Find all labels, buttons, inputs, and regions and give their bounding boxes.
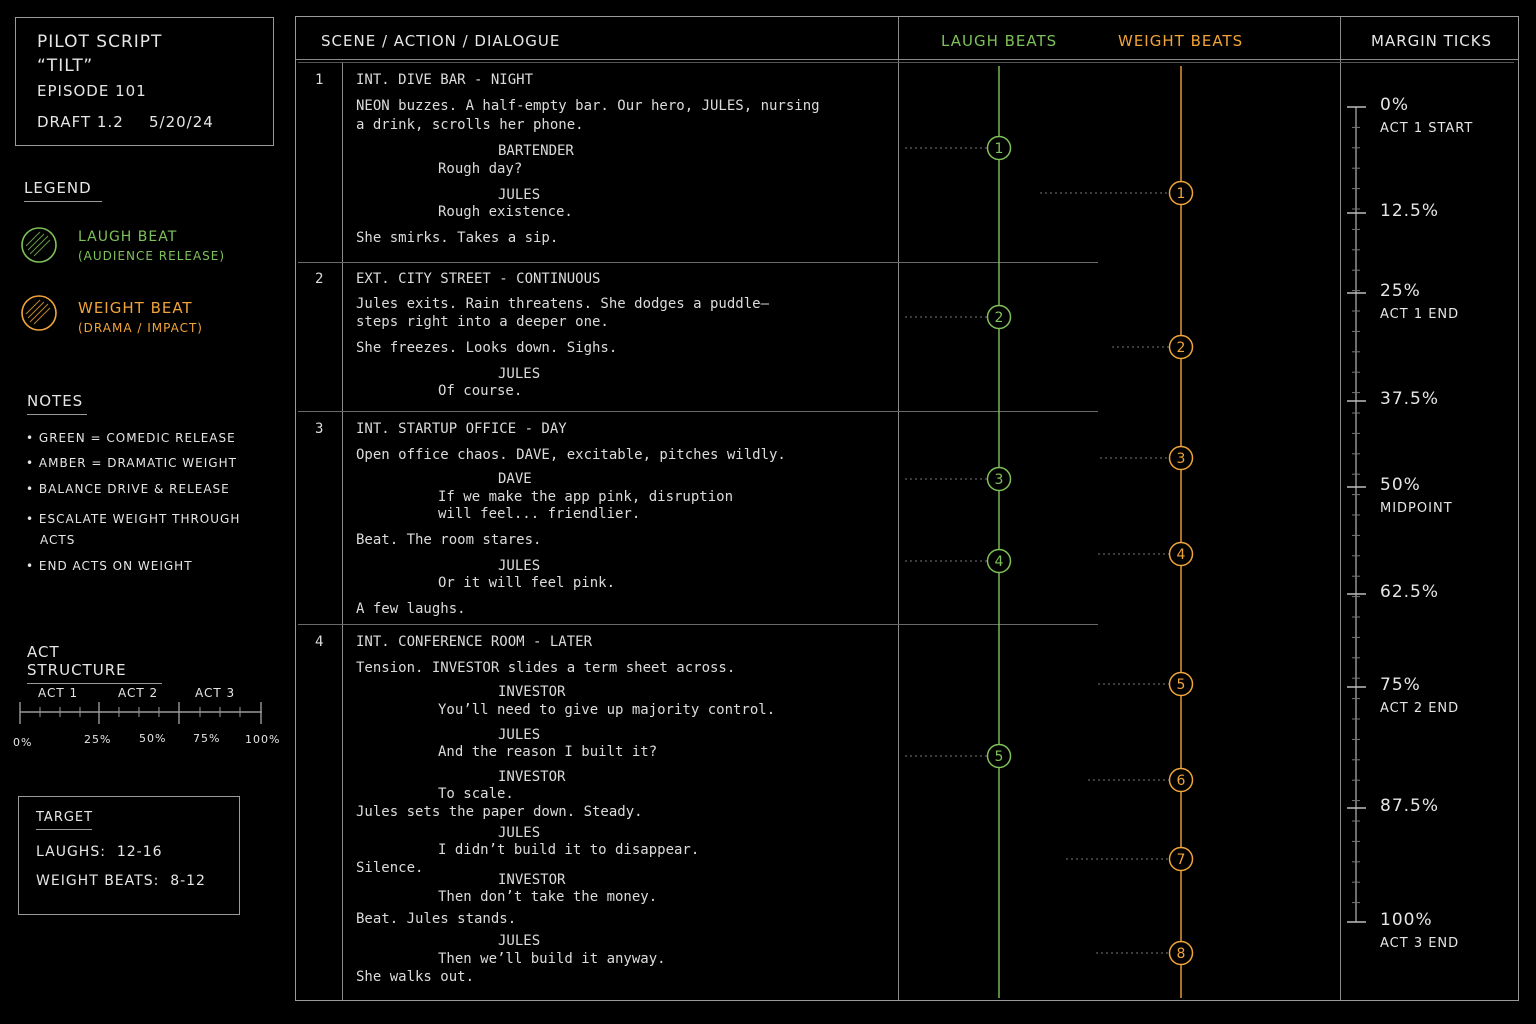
tick-percent-label: 25% [1380, 281, 1421, 301]
weight-beat-marker-number: 4 [1177, 547, 1186, 563]
tick-percent-label: 62.5% [1380, 582, 1440, 602]
tick-caption: ACT 1 START [1380, 121, 1474, 136]
weight-beat-marker-number: 3 [1177, 451, 1186, 467]
tick-percent-label: 75% [1380, 675, 1421, 695]
tick-percent-label: 87.5% [1380, 796, 1440, 816]
weight-beat-marker-number: 1 [1177, 186, 1186, 202]
tick-percent-label: 100% [1380, 910, 1433, 930]
tick-caption: ACT 2 END [1380, 701, 1460, 716]
tick-caption: ACT 1 END [1380, 307, 1460, 322]
tick-percent-label: 50% [1380, 475, 1421, 495]
weight-beat-marker-number: 5 [1177, 677, 1186, 693]
tick-caption: ACT 3 END [1380, 936, 1460, 951]
tick-caption: MIDPOINT [1380, 501, 1453, 516]
laugh-beat-marker-number: 5 [995, 749, 1004, 765]
tick-percent-label: 37.5% [1380, 389, 1440, 409]
weight-beat-marker-number: 8 [1177, 946, 1186, 962]
laugh-beat-marker-number: 3 [995, 472, 1004, 488]
tick-percent-label: 0% [1380, 95, 1409, 115]
weight-beat-marker-number: 7 [1177, 852, 1186, 868]
weight-beat-marker-number: 6 [1177, 773, 1186, 789]
laugh-beat-marker-number: 1 [995, 141, 1004, 157]
beat-tracks: 1 2 3 4 5 1 2 3 4 5 6 7 8 [905, 66, 1194, 998]
weight-beat-marker-number: 2 [1177, 340, 1186, 356]
laugh-beat-marker-number: 4 [995, 554, 1004, 570]
laugh-beat-marker-number: 2 [995, 310, 1004, 326]
tick-percent-label: 12.5% [1380, 201, 1440, 221]
